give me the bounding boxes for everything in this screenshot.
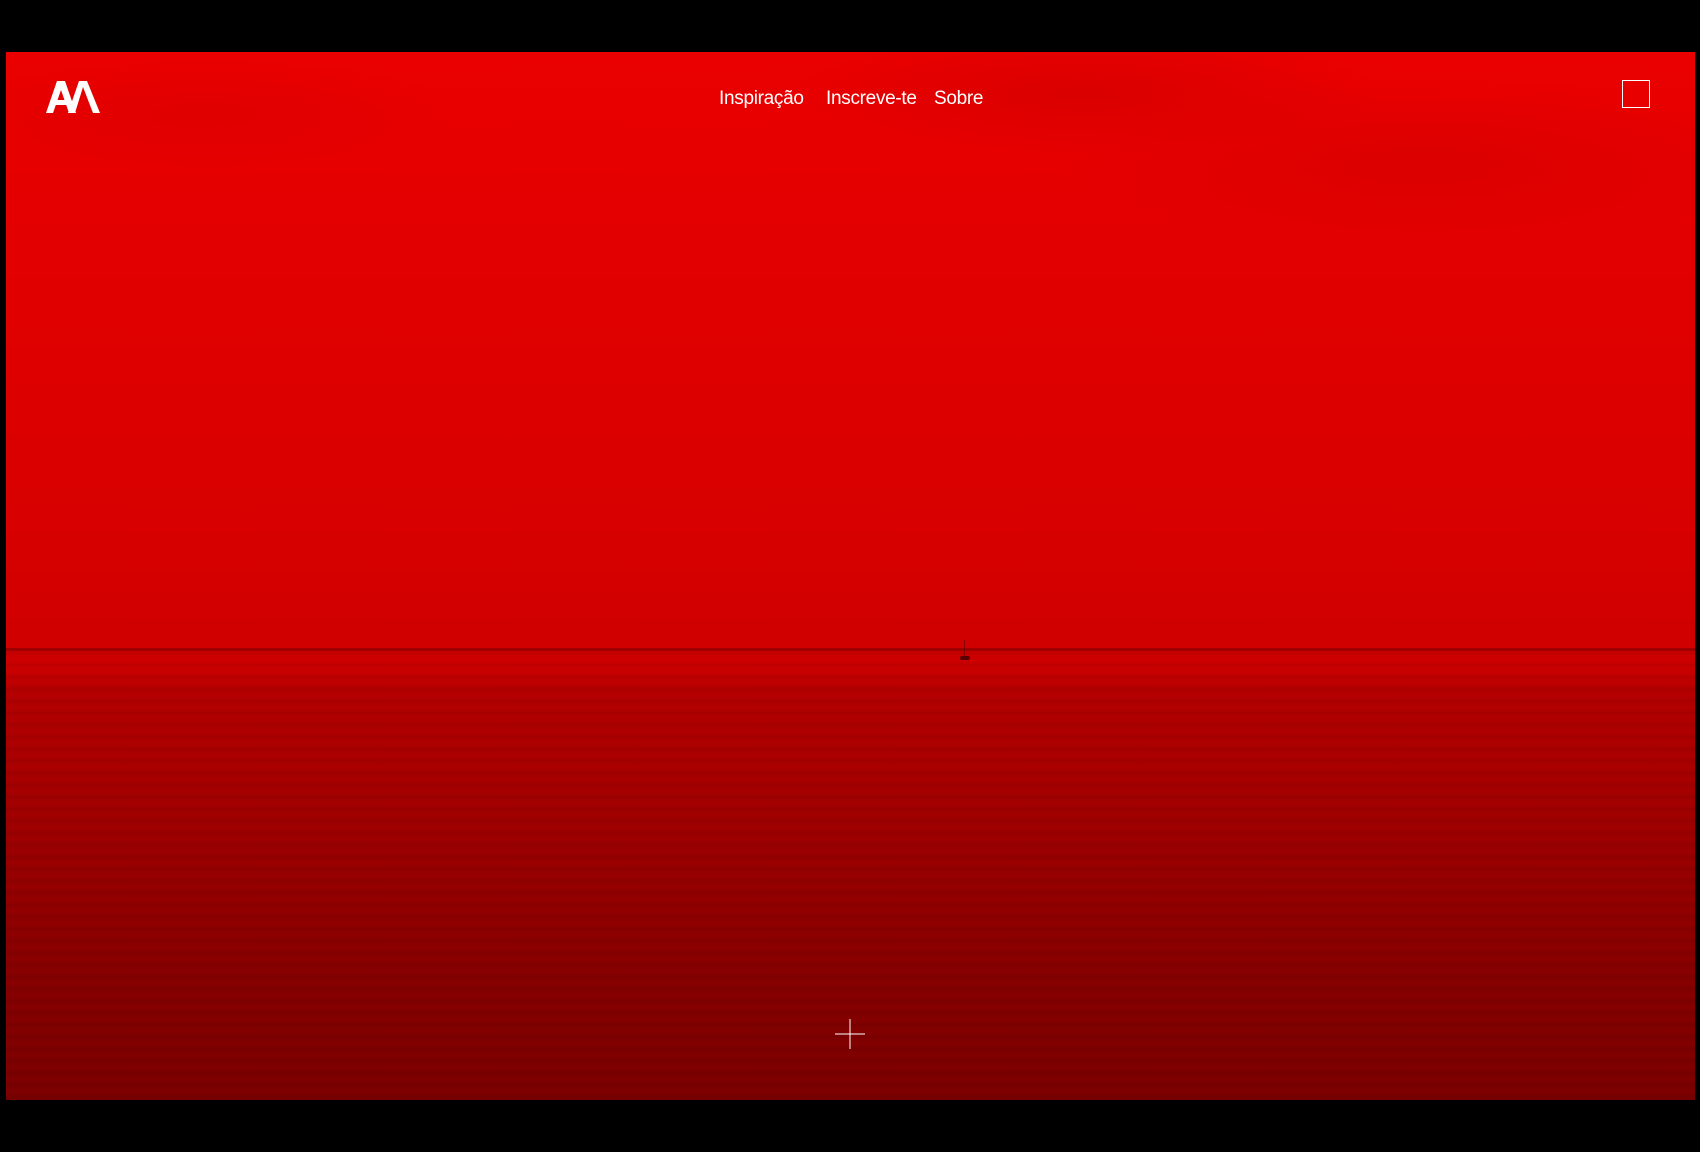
nav-item-sobre[interactable]: Sobre [934,88,984,110]
crosshair-icon [835,1019,865,1049]
main-nav: Inspiração Inscreve-te Sobre [6,88,1695,118]
boat-mast [964,640,965,657]
square-menu-icon[interactable] [1622,80,1650,108]
hero-section: Inspiração Inscreve-te Sobre [6,52,1695,1100]
nav-item-inspiracao[interactable]: Inspiração [719,88,804,110]
distant-boat [960,656,970,660]
nav-item-inscreve-te[interactable]: Inscreve-te [826,88,917,110]
